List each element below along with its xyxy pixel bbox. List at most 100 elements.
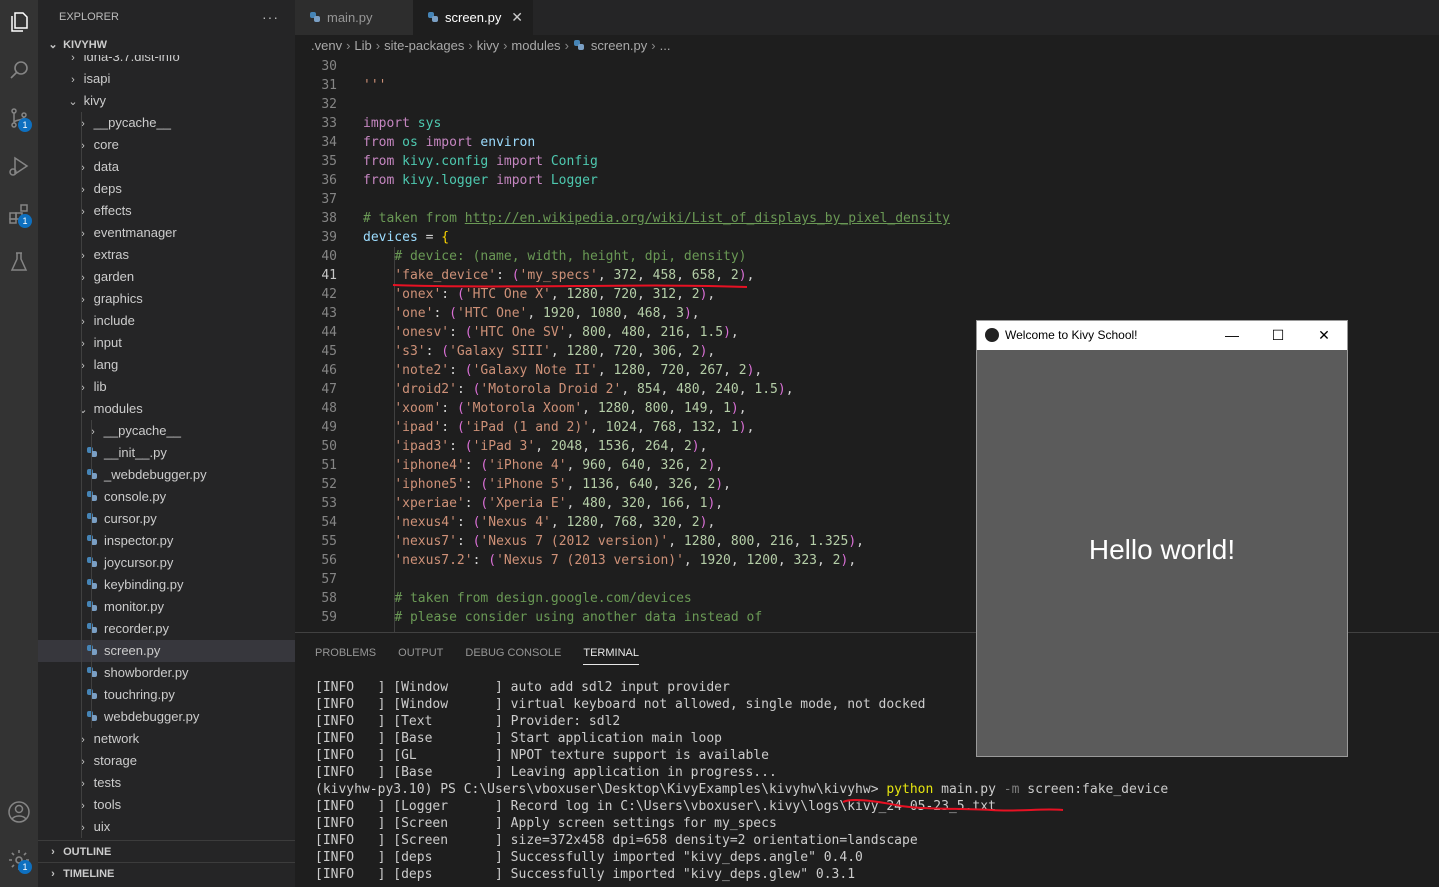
tree-indent-guide (81, 156, 82, 178)
kivy-canvas[interactable]: Hello world! (977, 350, 1347, 756)
code-line: from os import environ (363, 135, 536, 150)
folder-item[interactable]: › input (38, 332, 295, 354)
code-line: 'note2': ('Galaxy Note II', 1280, 720, 2… (394, 363, 763, 378)
folder-item[interactable]: › extras (38, 244, 295, 266)
folder-item[interactable]: › lib (38, 376, 295, 398)
settings-gear-icon[interactable]: 1 (0, 840, 38, 880)
terminal-line: [INFO ] [Screen ] size=372x458 dpi=658 d… (315, 833, 918, 848)
tree-indent-guide (81, 596, 82, 618)
breadcrumb-item[interactable]: modules (511, 38, 560, 53)
folder-item[interactable]: › network (38, 728, 295, 750)
folder-item[interactable]: › deps (38, 178, 295, 200)
file-item[interactable]: showborder.py (38, 662, 295, 684)
testing-icon[interactable] (0, 242, 38, 282)
file-item[interactable]: recorder.py (38, 618, 295, 640)
tree-indent-guide (81, 750, 82, 772)
kivy-app-window[interactable]: Welcome to Kivy School! — ☐ ✕ Hello worl… (976, 320, 1348, 757)
tree-indent-guide (81, 398, 82, 420)
search-icon[interactable] (0, 50, 38, 90)
breadcrumb-item[interactable]: ... (660, 38, 671, 53)
tab-main-py[interactable]: main.py (295, 0, 413, 35)
extensions-icon[interactable]: 1 (0, 194, 38, 234)
tree-item-label: cursor.py (104, 511, 157, 526)
minimize-button[interactable]: — (1209, 321, 1255, 350)
window-title: Welcome to Kivy School! (1005, 328, 1138, 342)
tree-item-label: screen.py (104, 643, 161, 658)
tab-problems[interactable]: PROBLEMS (315, 647, 376, 664)
project-root[interactable]: ⌄ KIVYHW (38, 35, 295, 55)
tab-output[interactable]: OUTPUT (398, 647, 443, 664)
tree-indent-guide (81, 244, 82, 266)
folder-item[interactable]: › eventmanager (38, 222, 295, 244)
file-item[interactable]: inspector.py (38, 530, 295, 552)
file-item[interactable]: joycursor.py (38, 552, 295, 574)
explorer-icon[interactable] (0, 2, 38, 42)
file-item[interactable]: console.py (38, 486, 295, 508)
folder-item[interactable]: ⌄ modules (38, 398, 295, 420)
close-button[interactable]: ✕ (1301, 321, 1347, 350)
folder-item[interactable]: › garden (38, 266, 295, 288)
folder-item[interactable]: › storage (38, 750, 295, 772)
tree-indent-guide (81, 574, 82, 596)
folder-item[interactable]: › data (38, 156, 295, 178)
file-item[interactable]: keybinding.py (38, 574, 295, 596)
breadcrumb-item[interactable]: screen.py (591, 38, 647, 53)
chevron-right-icon: › (468, 38, 473, 53)
close-tab-icon[interactable]: ✕ (511, 0, 523, 35)
chevron-right-icon: › (81, 272, 85, 284)
file-item[interactable]: __init__.py (38, 442, 295, 464)
tab-debug-console[interactable]: DEBUG CONSOLE (465, 647, 561, 664)
source-control-icon[interactable]: 1 (0, 98, 38, 138)
folder-item[interactable]: › graphics (38, 288, 295, 310)
folder-item[interactable]: › __pycache__ (38, 112, 295, 134)
chevron-right-icon: › (91, 426, 95, 438)
maximize-button[interactable]: ☐ (1255, 321, 1301, 350)
file-item[interactable]: webdebugger.py (38, 706, 295, 728)
explorer-sidebar: EXPLORER ··· › idna-3.7.dist-info › isapi… (38, 0, 295, 887)
breadcrumb-item[interactable]: .venv (311, 38, 342, 53)
run-debug-icon[interactable] (0, 146, 38, 186)
chevron-right-icon: › (81, 228, 85, 240)
tree-item-label: modules (93, 401, 143, 416)
tree-indent-guide (81, 442, 82, 464)
python-file-icon (87, 667, 97, 677)
folder-item[interactable]: › tests (38, 772, 295, 794)
folder-item[interactable]: › __pycache__ (38, 420, 295, 442)
breadcrumb-item[interactable]: site-packages (384, 38, 464, 53)
code-line: 'one': ('HTC One', 1920, 1080, 468, 3), (394, 306, 700, 321)
tree-indent-guide (81, 772, 82, 794)
breadcrumb-item[interactable]: kivy (477, 38, 499, 53)
hello-label: Hello world! (1088, 534, 1236, 565)
file-item[interactable]: _webdebugger.py (38, 464, 295, 486)
python-file-icon (87, 645, 97, 655)
folder-item[interactable]: › isapi (38, 68, 295, 90)
tree-item-label: monitor.py (104, 599, 164, 614)
file-item[interactable]: screen.py (38, 640, 295, 662)
folder-item[interactable]: › effects (38, 200, 295, 222)
folder-item[interactable]: › uix (38, 816, 295, 838)
folder-item[interactable]: ⌄ kivy (38, 90, 295, 112)
account-icon[interactable] (0, 792, 38, 832)
folder-item[interactable]: › include (38, 310, 295, 332)
file-item[interactable]: monitor.py (38, 596, 295, 618)
tab-terminal[interactable]: TERMINAL (583, 647, 639, 665)
line-number: 52 (321, 477, 337, 492)
tab-screen-py[interactable]: screen.py ✕ (413, 0, 533, 35)
folder-item[interactable]: › lang (38, 354, 295, 376)
line-number: 41 (321, 268, 337, 283)
line-number: 59 (321, 610, 337, 625)
timeline-section[interactable]: › TIMELINE (38, 862, 295, 884)
tree-indent-guide (81, 794, 82, 816)
more-actions-icon[interactable]: ··· (262, 9, 279, 25)
chevron-right-icon: › (81, 338, 85, 350)
extensions-badge: 1 (18, 214, 32, 228)
editor-tabs: main.py screen.py ✕ (295, 0, 1439, 35)
folder-item[interactable]: › tools (38, 794, 295, 816)
folder-item[interactable]: › core (38, 134, 295, 156)
outline-section[interactable]: › OUTLINE (38, 840, 295, 862)
file-item[interactable]: touchring.py (38, 684, 295, 706)
tree-item-label: data (93, 159, 119, 174)
window-titlebar[interactable]: Welcome to Kivy School! — ☐ ✕ (977, 321, 1347, 350)
breadcrumb-item[interactable]: Lib (354, 38, 371, 53)
file-item[interactable]: cursor.py (38, 508, 295, 530)
